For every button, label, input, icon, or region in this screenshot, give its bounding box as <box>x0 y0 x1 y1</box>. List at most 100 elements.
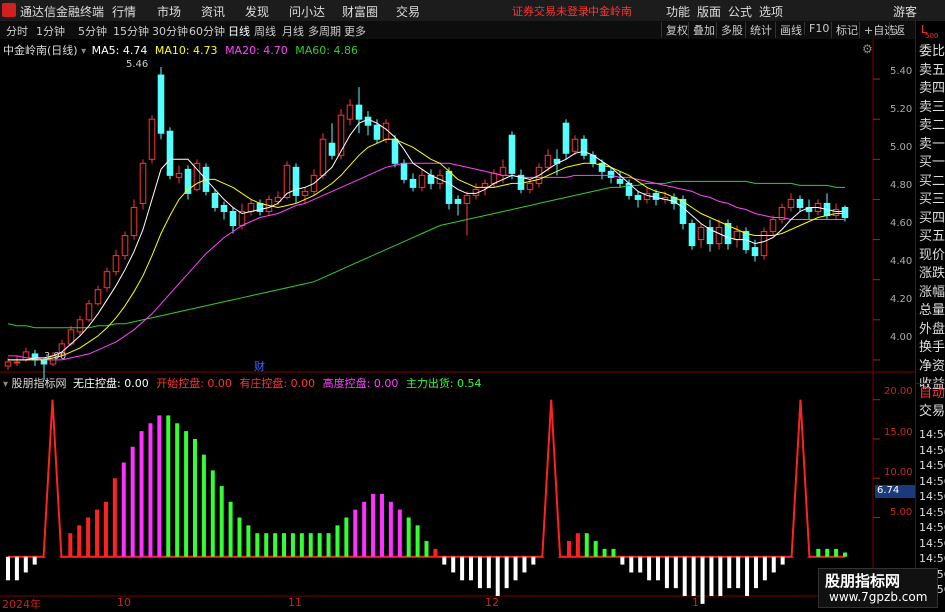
period-tab-1min[interactable]: 1分钟 <box>36 23 65 39</box>
candle-body <box>328 142 336 156</box>
period-tab-30min[interactable]: 30分钟 <box>152 23 188 39</box>
indicator-bar <box>379 493 384 557</box>
kline-legend: 中金岭南(日线) ▾ MA5: 4.74 MA10: 4.73 MA20: 4.… <box>3 42 358 58</box>
candle-body <box>220 204 228 212</box>
period-tab-fenshi[interactable]: 分时 <box>6 23 28 39</box>
indicator-bar <box>477 556 482 589</box>
huaxian-button[interactable]: 画线 <box>775 22 802 38</box>
indicator-bar <box>522 556 527 573</box>
indicator-bar <box>700 556 705 604</box>
indicator-bar <box>816 548 821 557</box>
indicator-bar <box>210 470 215 557</box>
indicator-item: 主力出货: 0.54 <box>405 377 482 390</box>
candle-body <box>715 227 723 245</box>
indicator-bar <box>68 533 73 557</box>
menu-item-faxian[interactable]: 发现 <box>245 3 269 20</box>
menu-item-gongneng[interactable]: 功能 <box>666 3 690 20</box>
chevron-down-icon[interactable]: ▾ <box>81 46 86 57</box>
settings-gear-icon[interactable]: ⚙ <box>862 42 873 56</box>
sidebar-quote-label: 涨跌 <box>919 266 945 281</box>
candle-body <box>292 166 300 196</box>
menu-item-caifuquan[interactable]: 财富圈 <box>342 3 378 20</box>
indicator-bar <box>371 493 376 557</box>
indicator-tick: 20.00 <box>884 386 913 397</box>
candle-body <box>112 255 120 273</box>
period-tab-more[interactable]: 更多 <box>344 23 366 39</box>
menu-item-hangqing[interactable]: 行情 <box>112 3 136 20</box>
menu-item-xuanxiang[interactable]: 选项 <box>759 3 783 20</box>
indicator-bar <box>780 556 785 565</box>
chevron-down-icon[interactable]: ▾ <box>3 379 8 390</box>
sidebar-auto-label[interactable]: 自动 <box>919 385 945 403</box>
candle-body <box>499 166 507 176</box>
indicator-bar <box>353 509 358 557</box>
indicator-bar <box>442 556 447 565</box>
candle-body <box>76 319 84 333</box>
candle-body <box>247 202 255 212</box>
sidebar-divider <box>916 383 945 384</box>
menu-item-gongshi[interactable]: 公式 <box>728 3 752 20</box>
price-tick: 4.60 <box>890 218 913 229</box>
candle-body <box>445 170 453 204</box>
indicator-item: 有庄控盘: 0.00 <box>239 377 316 390</box>
menu-item-jiaoyi[interactable]: 交易 <box>396 3 420 20</box>
candle-body <box>229 210 237 227</box>
biaoji-button[interactable]: 标记 <box>831 22 858 38</box>
indicator-bar <box>175 423 180 557</box>
menu-item-banmian[interactable]: 版面 <box>697 3 721 20</box>
candle-body <box>130 206 138 237</box>
indicator-bar <box>308 533 313 557</box>
candle-body <box>94 289 102 305</box>
indicator-bar <box>184 431 189 557</box>
period-tab-5min[interactable]: 5分钟 <box>78 23 107 39</box>
indicator-bar <box>59 556 64 558</box>
indicator-bar <box>6 556 10 581</box>
menu-item-shichang[interactable]: 市场 <box>157 3 181 20</box>
candle-body <box>562 122 570 154</box>
indicator-bar <box>602 548 607 557</box>
duogu-button[interactable]: 多股 <box>716 22 743 38</box>
period-tab-daily[interactable]: 日线 <box>228 23 250 39</box>
candle-body <box>481 182 489 188</box>
indicator-bar <box>77 525 82 557</box>
f10-button[interactable]: F10 <box>804 22 829 35</box>
indicator-bar <box>299 533 304 557</box>
candle-body <box>787 198 795 208</box>
price-tick: 4.20 <box>890 294 913 305</box>
diejia-button[interactable]: 叠加 <box>688 22 715 38</box>
period-tab-multi[interactable]: 多周期 <box>308 23 341 39</box>
high-price-annotation: 5.46 <box>126 59 149 70</box>
indicator-bar <box>219 486 224 557</box>
candle-body <box>697 227 705 241</box>
indicator-bar <box>326 533 331 557</box>
menu-item-wenxiaoda[interactable]: 问小达 <box>289 3 325 20</box>
menu-item-zixun[interactable]: 资讯 <box>201 3 225 20</box>
period-tab-weekly[interactable]: 周线 <box>254 23 276 39</box>
kline-title[interactable]: 中金岭南(日线) <box>3 44 78 57</box>
sidebar-trade-label[interactable]: 交易 <box>919 403 945 421</box>
ma20-label: MA20: 4.70 <box>225 44 288 57</box>
candle-body <box>211 192 219 208</box>
indicator-bar <box>201 454 206 557</box>
period-tab-60min[interactable]: 60分钟 <box>189 23 225 39</box>
login-status[interactable]: 证券交易未登录 <box>512 3 589 19</box>
indicator-bar <box>148 423 153 557</box>
candle-body <box>571 138 579 152</box>
indicator-bar <box>192 438 197 557</box>
fuquan-button[interactable]: 复权 <box>661 22 688 38</box>
indicator-title[interactable]: 股朋指标网 <box>12 377 67 390</box>
indicator-bar <box>32 556 37 565</box>
candle-body <box>166 130 174 176</box>
candle-body <box>796 198 804 208</box>
sidebar-quote-label: 卖一 <box>919 136 945 152</box>
period-toolbar: 分时 1分钟 5分钟 15分钟 30分钟 60分钟 日线 周线 月线 多周期 更… <box>0 21 915 54</box>
period-tab-15min[interactable]: 15分钟 <box>113 23 149 39</box>
candle-body <box>526 182 534 190</box>
user-label[interactable]: 游客 <box>893 3 917 20</box>
stock-tag: 中金岭南 <box>588 5 632 18</box>
finance-mark[interactable]: 财 <box>254 358 265 374</box>
tongji-button[interactable]: 统计 <box>745 22 772 38</box>
indicator-bar <box>290 533 295 557</box>
indicator-bar <box>825 548 830 557</box>
period-tab-monthly[interactable]: 月线 <box>282 23 304 39</box>
